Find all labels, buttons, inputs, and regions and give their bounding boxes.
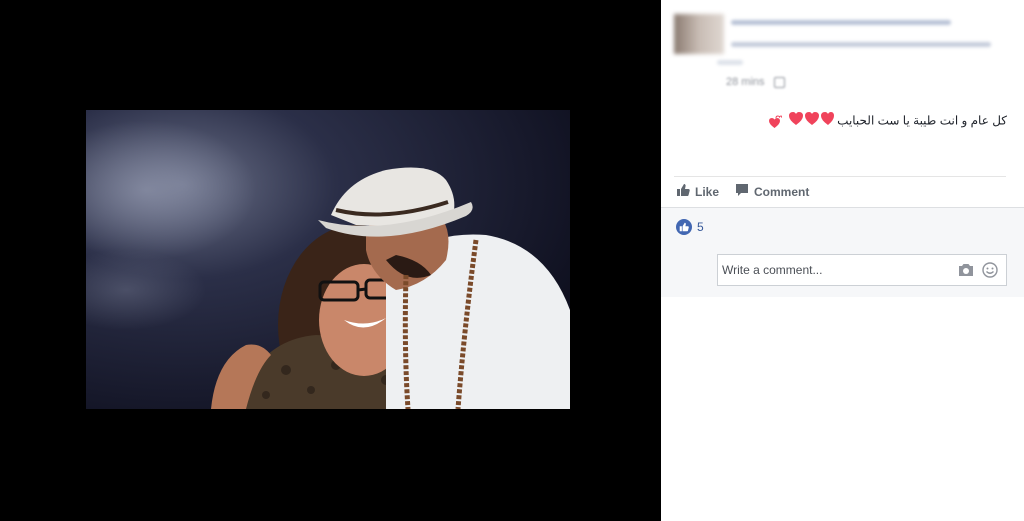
timestamp-text: 28 mins <box>726 76 765 88</box>
photo-image <box>86 110 570 409</box>
heart-icon <box>786 111 834 132</box>
globe-icon <box>773 76 785 88</box>
heart-icon <box>768 115 783 132</box>
photo-viewer <box>0 0 661 521</box>
like-count: 5 <box>697 220 704 234</box>
comments-section: 5 <box>661 207 1024 297</box>
avatar[interactable] <box>674 14 724 54</box>
author-subline <box>731 42 991 47</box>
post-text-content: كل عام و انت طيبة يا ست الحبايب <box>837 113 1007 128</box>
camera-icon[interactable] <box>958 263 974 282</box>
comment-button[interactable]: Comment <box>735 183 809 200</box>
author-name[interactable] <box>731 20 951 25</box>
comment-icon <box>735 183 749 200</box>
like-button[interactable]: Like <box>676 183 719 200</box>
post-actions: Like Comment <box>674 176 1006 208</box>
like-label: Like <box>695 184 720 199</box>
post-photo[interactable] <box>86 110 570 409</box>
comment-box <box>717 254 1007 286</box>
thumbs-up-icon <box>676 183 690 200</box>
smiley-icon[interactable] <box>982 262 998 283</box>
post-timestamp[interactable]: 28 mins <box>726 76 785 88</box>
post-panel: 28 mins كل عام و انت طيبة يا ست الحبايب … <box>661 0 1024 521</box>
author-detail <box>717 60 743 65</box>
comment-label: Comment <box>754 184 810 199</box>
comment-input[interactable] <box>718 255 956 285</box>
post-text: كل عام و انت طيبة يا ست الحبايب <box>768 111 1007 132</box>
reaction-summary[interactable]: 5 <box>676 219 704 235</box>
thumbs-up-icon <box>676 219 692 235</box>
